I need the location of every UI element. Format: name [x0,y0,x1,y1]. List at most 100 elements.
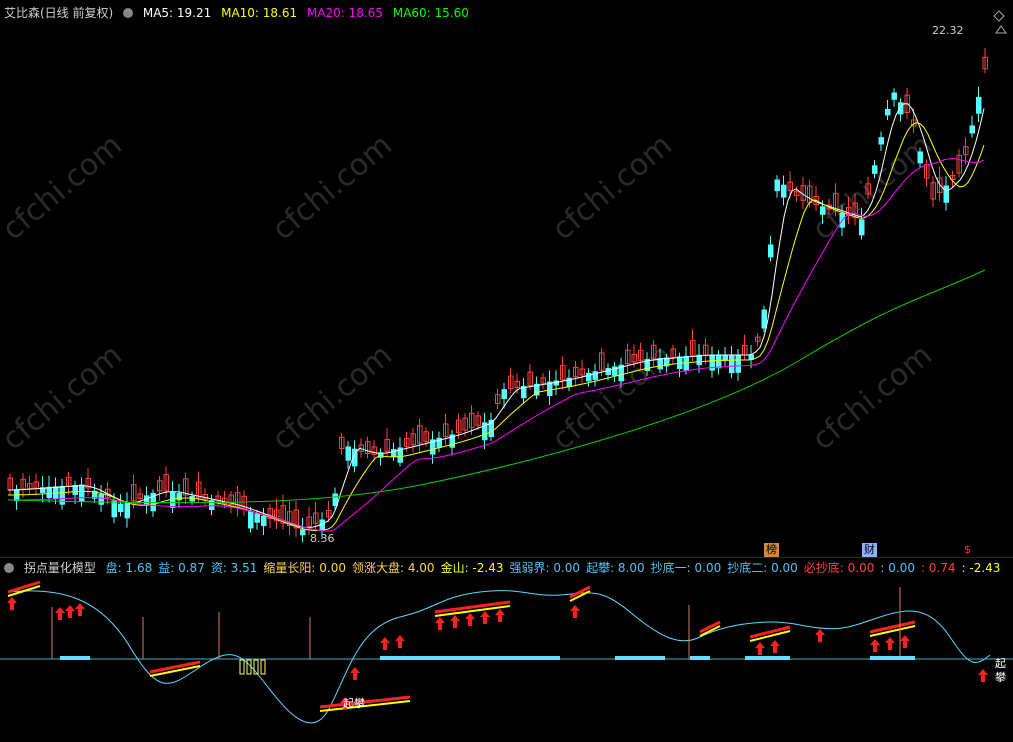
candle [917,151,923,164]
yellow-box [246,659,252,675]
candle [891,92,897,100]
candle [72,484,78,495]
indicator-item: 益: 0.87 [158,561,205,575]
candle [124,502,130,519]
candle [657,358,663,370]
candle [332,493,338,506]
yellow-box [239,659,245,675]
indicator-item: 起攀: 8.00 [586,561,645,575]
ma10-line [8,122,985,532]
up-arrow-icon [380,637,390,650]
collapse-up-icon[interactable] [995,24,1007,34]
up-arrow-icon [350,667,360,680]
candle [761,309,767,329]
candle [248,511,254,529]
indicator-chart[interactable] [0,557,1013,742]
candle [300,529,306,536]
up-arrow-icon [495,609,505,622]
ma5-label: MA5: 19.21 [142,6,212,20]
candle [768,244,774,258]
climb-label-2: 起攀 [995,657,1006,684]
candle [722,354,728,361]
ma10-label: MA10: 18.61 [221,6,298,20]
settings-icon[interactable] [123,8,134,18]
cyan-band [615,656,665,660]
up-arrow-icon [870,639,880,652]
indicator-item: 盘: 1.68 [105,561,153,575]
up-arrow-icon [55,607,65,620]
candle [605,368,611,376]
ma20-line [8,158,985,532]
indicator-item: : 0.74 [920,561,956,575]
candle [774,179,780,192]
up-arrow-icon [435,617,445,630]
candle [976,96,982,114]
ma5-line [8,103,985,529]
candle [885,109,891,116]
up-arrow-icon [450,615,460,628]
ma60-label: MA60: 15.60 [392,6,469,20]
up-arrow-icon [885,637,895,650]
indicator-item: 领涨大盘: 4.00 [351,561,435,575]
candle [118,503,124,513]
up-arrow-icon [75,603,85,616]
indicator-title: 拐点量化模型 [23,561,96,575]
candle [345,446,351,461]
up-arrow-icon [900,635,910,648]
up-arrow-icon [7,597,17,610]
rank-tag[interactable]: 榜 [764,543,779,557]
candle [735,354,741,373]
high-price-label: 22.32 [932,24,964,37]
yellow-box [260,659,266,675]
up-arrow-icon [770,640,780,653]
low-price-label: 8.36 [310,532,335,545]
ma20-label: MA20: 18.65 [306,6,384,20]
indicator-item: 缩量长阳: 0.00 [263,561,346,575]
diamond-icon[interactable] [993,10,1005,22]
cyan-band [870,656,915,660]
candle [696,354,702,366]
indicator-item: : 0.00 [880,561,915,575]
main-chart-panel[interactable]: cfchi.com cfchi.com cfchi.com cfchi.com cfch… [0,0,1013,557]
up-arrow-icon [978,669,988,682]
up-arrow-icon [395,635,405,648]
candle [969,125,975,134]
candle [79,484,85,502]
candle [261,515,267,527]
candlestick-chart[interactable] [0,0,1013,557]
indicator-item: 抄底二: 0.00 [727,561,798,575]
indicator-item: 金山: -2.43 [440,561,504,575]
indicator-panel[interactable]: 拐点量化模型 盘: 1.68 益: 0.87 资: 3.51 缩量长阳: 0.00 领涨… [0,557,1013,742]
candle [878,137,884,145]
candle [872,165,878,174]
up-arrow-icon [815,629,825,642]
up-arrow-icon [480,611,490,624]
indicator-legend: 拐点量化模型 盘: 1.68 益: 0.87 资: 3.51 缩量长阳: 0.00 领涨… [4,559,1012,577]
candle [859,219,865,236]
indicator-values: 盘: 1.68 益: 0.87 资: 3.51 缩量长阳: 0.00 领涨大盘: 4.0… [106,561,1007,575]
indicator-item: : -2.43 [961,561,1001,575]
money-tag[interactable]: $ [962,543,973,557]
cyan-band [745,656,790,660]
stock-title: 艾比森(日线 前复权) [4,6,114,20]
candle [820,206,826,215]
candle [781,184,787,198]
main-legend: 艾比森(日线 前复权) MA5: 19.21 MA10: 18.61 MA20:… [4,4,475,22]
cyan-band [60,656,90,660]
candle [943,185,949,203]
indicator-item: 强弱界: 0.00 [509,561,581,575]
climb-label-1: 起攀 [343,697,365,710]
candle [716,354,722,369]
cyan-band [380,656,560,660]
finance-tag[interactable]: 财 [862,543,877,557]
indicator-settings-icon[interactable] [4,563,14,573]
indicator-item: 资: 3.51 [210,561,258,575]
candle [729,354,735,374]
up-arrow-icon [755,642,765,655]
candle [144,495,150,506]
ma60-line [7,269,986,504]
up-arrow-icon [65,605,75,618]
candle [748,354,754,360]
candle [111,500,117,518]
indicator-item: 抄底一: 0.00 [650,561,722,575]
